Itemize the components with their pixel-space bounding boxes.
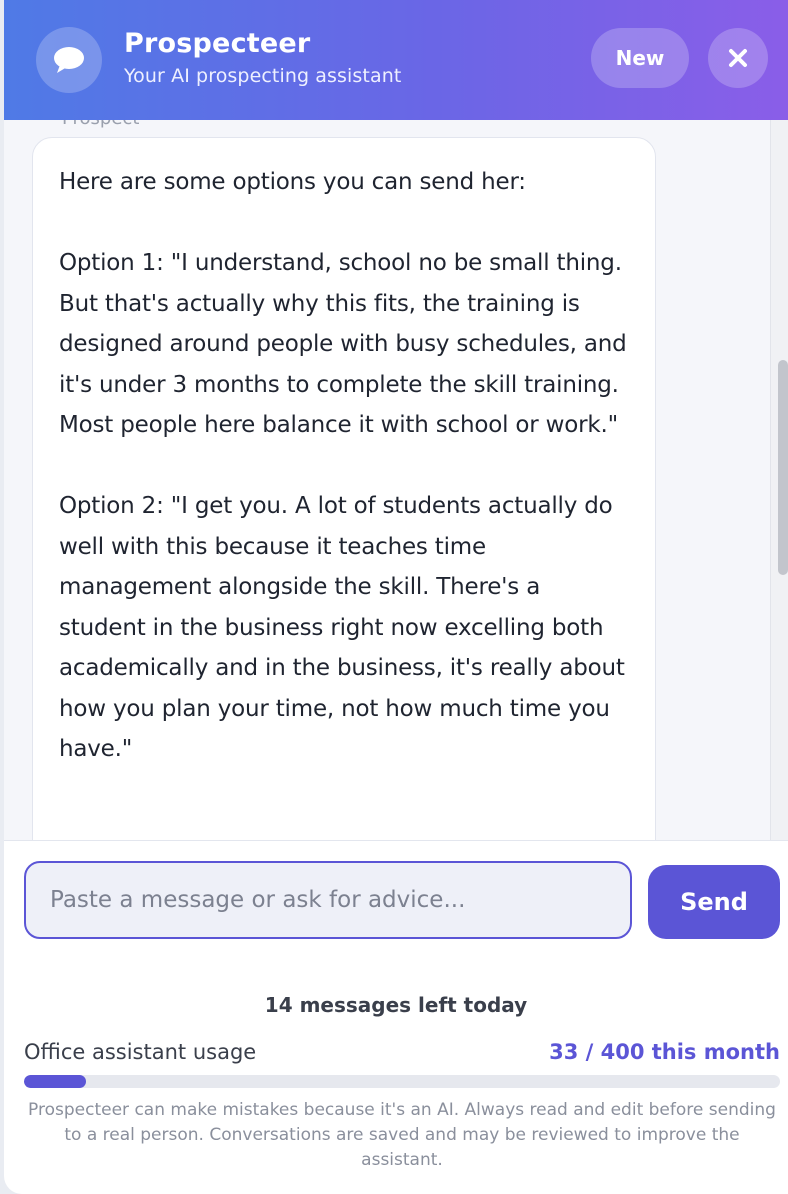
scrollbar-thumb[interactable]	[778, 360, 788, 575]
usage-label: Office assistant usage	[24, 1040, 257, 1064]
sender-label-cut: Prospect	[62, 120, 139, 129]
send-button[interactable]: Send	[648, 865, 780, 939]
message-input[interactable]	[24, 861, 632, 939]
close-button[interactable]	[708, 28, 768, 88]
app-subtitle: Your AI prospecting assistant	[124, 65, 402, 87]
assistant-panel: Prospecteer Your AI prospecting assistan…	[4, 0, 788, 1194]
usage-count: 33 / 400 this month	[549, 1040, 780, 1064]
app-title: Prospecteer	[124, 28, 311, 59]
assistant-message-bubble: Here are some options you can send her: …	[32, 137, 656, 840]
messages-left-text: 14 messages left today	[264, 993, 528, 1017]
chat-area[interactable]: Prospect Here are some options you can s…	[4, 120, 788, 840]
usage-progress-bar	[24, 1075, 780, 1088]
chat-bubble-icon	[36, 27, 102, 93]
new-chat-button[interactable]: New	[591, 28, 689, 88]
close-icon	[729, 49, 747, 67]
header: Prospecteer Your AI prospecting assistan…	[4, 0, 788, 120]
disclaimer-text: Prospecteer can make mistakes because it…	[28, 1100, 776, 1170]
message-text: Here are some options you can send her: …	[59, 169, 627, 762]
usage-progress-fill	[24, 1075, 87, 1088]
scrollbar[interactable]	[770, 120, 788, 840]
divider	[4, 840, 788, 841]
